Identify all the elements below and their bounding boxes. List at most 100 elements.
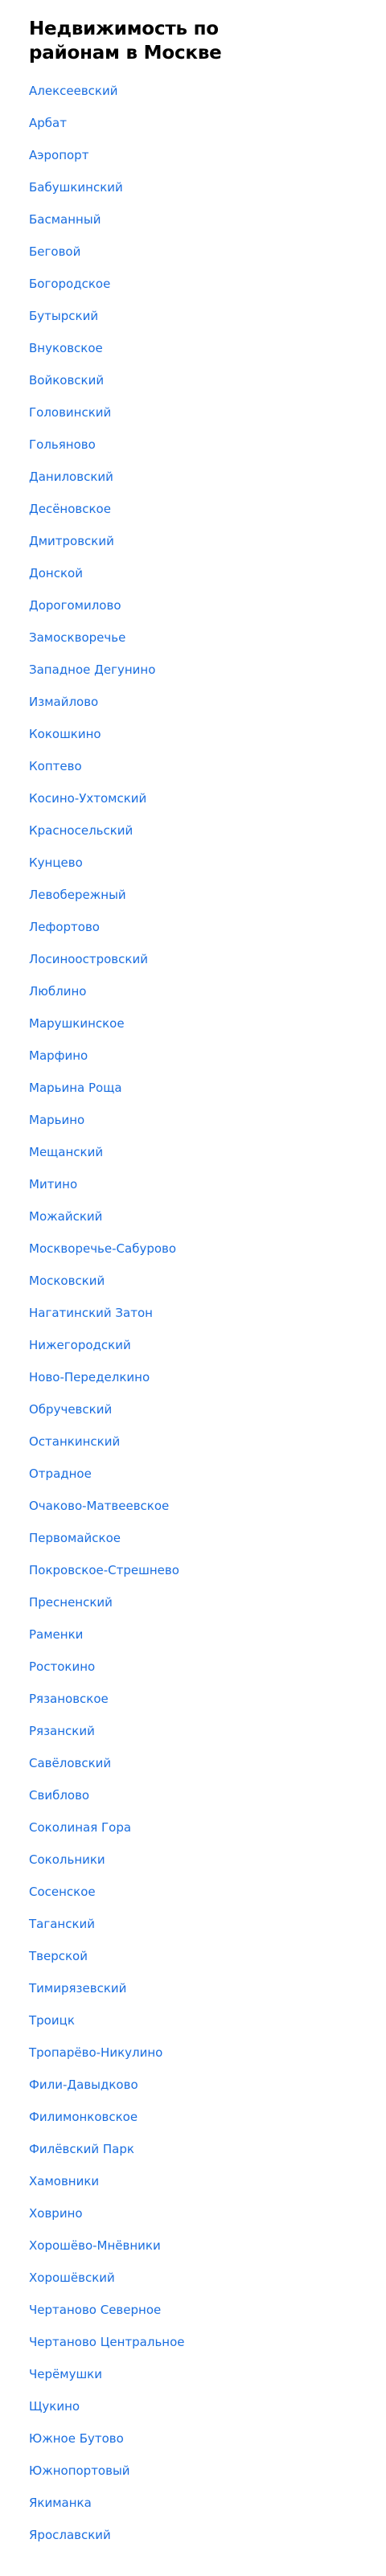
district-link[interactable]: Левобережный bbox=[29, 888, 126, 902]
district-link[interactable]: Южное Бутово bbox=[29, 2431, 124, 2446]
district-link[interactable]: Останкинский bbox=[29, 1434, 120, 1449]
district-link[interactable]: Московский bbox=[29, 1274, 105, 1288]
district-link[interactable]: Сосенское bbox=[29, 1885, 96, 1899]
district-link[interactable]: Ново-Переделкино bbox=[29, 1370, 150, 1384]
district-link[interactable]: Аэропорт bbox=[29, 148, 88, 162]
district-link[interactable]: Богородское bbox=[29, 277, 110, 291]
district-link[interactable]: Донской bbox=[29, 566, 83, 580]
district-link[interactable]: Тропарёво-Никулино bbox=[29, 2045, 162, 2060]
district-link[interactable]: Щукино bbox=[29, 2399, 80, 2414]
district-link[interactable]: Коптево bbox=[29, 759, 82, 773]
district-link[interactable]: Покровское-Стрешнево bbox=[29, 1563, 179, 1577]
district-link[interactable]: Филимонковское bbox=[29, 2110, 138, 2124]
list-item: Кокошкино bbox=[29, 718, 357, 750]
district-link[interactable]: Беговой bbox=[29, 244, 80, 259]
district-link[interactable]: Филёвский Парк bbox=[29, 2142, 134, 2156]
district-link[interactable]: Соколиная Гора bbox=[29, 1820, 131, 1835]
district-link[interactable]: Алексеевский bbox=[29, 84, 118, 98]
district-link[interactable]: Хорошёвский bbox=[29, 2270, 115, 2285]
district-link[interactable]: Ярославский bbox=[29, 2528, 111, 2542]
district-link[interactable]: Западное Дегунино bbox=[29, 662, 155, 677]
district-link[interactable]: Можайский bbox=[29, 1209, 102, 1224]
district-list-section: Недвижимость по районам в Москве Алексее… bbox=[0, 0, 386, 2551]
district-link[interactable]: Десёновское bbox=[29, 502, 111, 516]
district-link[interactable]: Марушкинское bbox=[29, 1016, 125, 1031]
district-link[interactable]: Савёловский bbox=[29, 1756, 111, 1770]
district-link[interactable]: Рязановское bbox=[29, 1692, 109, 1706]
list-item: Ново-Переделкино bbox=[29, 1361, 357, 1393]
district-link[interactable]: Троицк bbox=[29, 2013, 75, 2028]
district-link[interactable]: Марьино bbox=[29, 1113, 84, 1127]
list-item: Лефортово bbox=[29, 911, 357, 943]
district-link[interactable]: Внуковское bbox=[29, 341, 103, 355]
district-link[interactable]: Хамовники bbox=[29, 2174, 99, 2188]
district-link[interactable]: Ростокино bbox=[29, 1659, 95, 1674]
district-link[interactable]: Дорогомилово bbox=[29, 598, 121, 613]
district-link[interactable]: Марьина Роща bbox=[29, 1081, 122, 1095]
district-link[interactable]: Тимирязевский bbox=[29, 1981, 126, 1996]
district-link[interactable]: Якиманка bbox=[29, 2496, 92, 2510]
list-item: Очаково-Матвеевское bbox=[29, 1490, 357, 1522]
district-link[interactable]: Гольяново bbox=[29, 437, 96, 452]
district-link[interactable]: Головинский bbox=[29, 405, 111, 420]
district-link[interactable]: Чертаново Северное bbox=[29, 2303, 161, 2317]
list-item: Фили-Давыдково bbox=[29, 2069, 357, 2101]
list-item: Даниловский bbox=[29, 461, 357, 493]
district-link[interactable]: Бабушкинский bbox=[29, 180, 123, 195]
district-link[interactable]: Лефортово bbox=[29, 920, 100, 934]
list-item: Нагатинский Затон bbox=[29, 1297, 357, 1329]
district-link[interactable]: Тверской bbox=[29, 1949, 88, 1963]
district-link[interactable]: Южнопортовый bbox=[29, 2463, 130, 2478]
list-item: Десёновское bbox=[29, 493, 357, 525]
list-item: Пресненский bbox=[29, 1586, 357, 1618]
district-link[interactable]: Дмитровский bbox=[29, 534, 114, 548]
district-link[interactable]: Фили-Давыдково bbox=[29, 2078, 138, 2092]
list-item: Косино-Ухтомский bbox=[29, 782, 357, 814]
district-link[interactable]: Мещанский bbox=[29, 1145, 103, 1159]
district-link[interactable]: Первомайское bbox=[29, 1531, 121, 1545]
district-link[interactable]: Нижегородский bbox=[29, 1338, 131, 1352]
district-link[interactable]: Нагатинский Затон bbox=[29, 1306, 153, 1320]
district-link[interactable]: Хорошёво-Мнёвники bbox=[29, 2238, 161, 2253]
district-link[interactable]: Красносельский bbox=[29, 823, 133, 838]
district-link[interactable]: Люблино bbox=[29, 984, 86, 999]
district-link[interactable]: Замоскворечье bbox=[29, 630, 125, 645]
district-link[interactable]: Черёмушки bbox=[29, 2367, 102, 2381]
district-link[interactable]: Отрадное bbox=[29, 1466, 92, 1481]
district-link[interactable]: Чертаново Центральное bbox=[29, 2335, 185, 2349]
district-link[interactable]: Лосиноостровский bbox=[29, 952, 148, 966]
district-link[interactable]: Таганский bbox=[29, 1917, 95, 1931]
list-item: Хорошёво-Мнёвники bbox=[29, 2229, 357, 2262]
district-link[interactable]: Сокольники bbox=[29, 1852, 105, 1867]
district-link[interactable]: Марфино bbox=[29, 1048, 88, 1063]
list-item: Марушкинское bbox=[29, 1007, 357, 1040]
list-item: Черёмушки bbox=[29, 2358, 357, 2390]
district-link[interactable]: Кокошкино bbox=[29, 727, 101, 741]
district-link[interactable]: Свиблово bbox=[29, 1788, 89, 1803]
district-link[interactable]: Обручевский bbox=[29, 1402, 112, 1417]
district-link[interactable]: Москворечье-Сабурово bbox=[29, 1241, 176, 1256]
list-item: Измайлово bbox=[29, 686, 357, 718]
district-link[interactable]: Арбат bbox=[29, 116, 67, 130]
district-link[interactable]: Измайлово bbox=[29, 695, 98, 709]
district-link[interactable]: Басманный bbox=[29, 212, 101, 227]
district-link[interactable]: Даниловский bbox=[29, 470, 113, 484]
list-item: Отрадное bbox=[29, 1458, 357, 1490]
district-link[interactable]: Рязанский bbox=[29, 1724, 95, 1738]
list-item: Ростокино bbox=[29, 1651, 357, 1683]
district-link[interactable]: Ховрино bbox=[29, 2206, 83, 2221]
list-item: Люблино bbox=[29, 975, 357, 1007]
list-item: Рязанский bbox=[29, 1715, 357, 1747]
district-link[interactable]: Очаково-Матвеевское bbox=[29, 1499, 169, 1513]
district-link[interactable]: Косино-Ухтомский bbox=[29, 791, 146, 806]
district-link[interactable]: Пресненский bbox=[29, 1595, 113, 1610]
district-link[interactable]: Раменки bbox=[29, 1627, 83, 1642]
district-link[interactable]: Митино bbox=[29, 1177, 77, 1192]
list-item: Мещанский bbox=[29, 1136, 357, 1168]
district-link[interactable]: Войковский bbox=[29, 373, 104, 388]
list-item: Войковский bbox=[29, 364, 357, 396]
district-link[interactable]: Бутырский bbox=[29, 309, 98, 323]
list-item: Покровское-Стрешнево bbox=[29, 1554, 357, 1586]
list-item: Московский bbox=[29, 1265, 357, 1297]
district-link[interactable]: Кунцево bbox=[29, 855, 83, 870]
